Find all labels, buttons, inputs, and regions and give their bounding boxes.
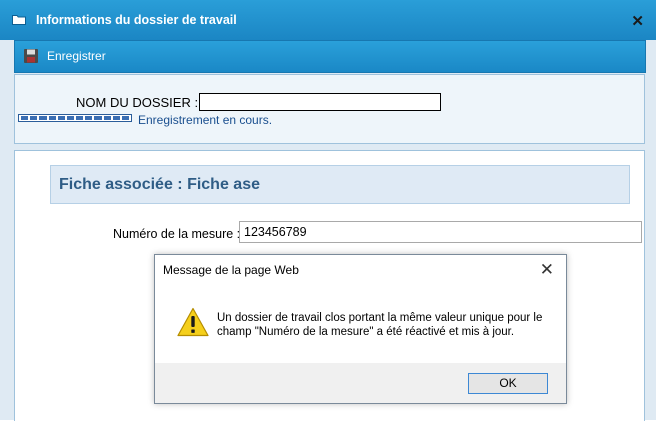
app-window: Informations du dossier de travail ✕ Enr…: [0, 0, 656, 421]
floppy-disk-icon: [24, 49, 38, 63]
dossier-name-input[interactable]: [199, 93, 441, 111]
toolbar: Enregistrer: [14, 40, 646, 73]
fiche-header-title: Fiche associée : Fiche ase: [59, 176, 260, 193]
dialog-footer: OK: [155, 363, 566, 403]
window-titlebar: Informations du dossier de travail ✕: [0, 0, 656, 40]
dialog-message: Un dossier de travail clos portant la mê…: [217, 312, 543, 338]
saving-status-text: Enregistrement en cours.: [138, 113, 273, 127]
web-message-dialog: Message de la page Web ✕ Un dossier de t…: [154, 254, 567, 404]
save-button-label: Enregistrer: [47, 49, 106, 63]
saving-progress-bar: [18, 114, 132, 122]
fiche-header: Fiche associée : Fiche ase: [50, 165, 630, 204]
dossier-name-label: NOM DU DOSSIER :: [76, 95, 199, 110]
window-title: Informations du dossier de travail: [36, 13, 237, 27]
dialog-title: Message de la page Web: [163, 263, 299, 277]
mesure-number-label: Numéro de la mesure :: [113, 227, 241, 241]
save-button[interactable]: Enregistrer: [23, 47, 106, 65]
folder-icon: [12, 15, 26, 25]
close-icon[interactable]: ✕: [631, 12, 644, 30]
warning-icon: [177, 307, 209, 337]
mesure-number-input[interactable]: [239, 221, 642, 243]
ok-button[interactable]: OK: [468, 373, 548, 394]
dialog-close-icon[interactable]: ✕: [540, 260, 554, 280]
